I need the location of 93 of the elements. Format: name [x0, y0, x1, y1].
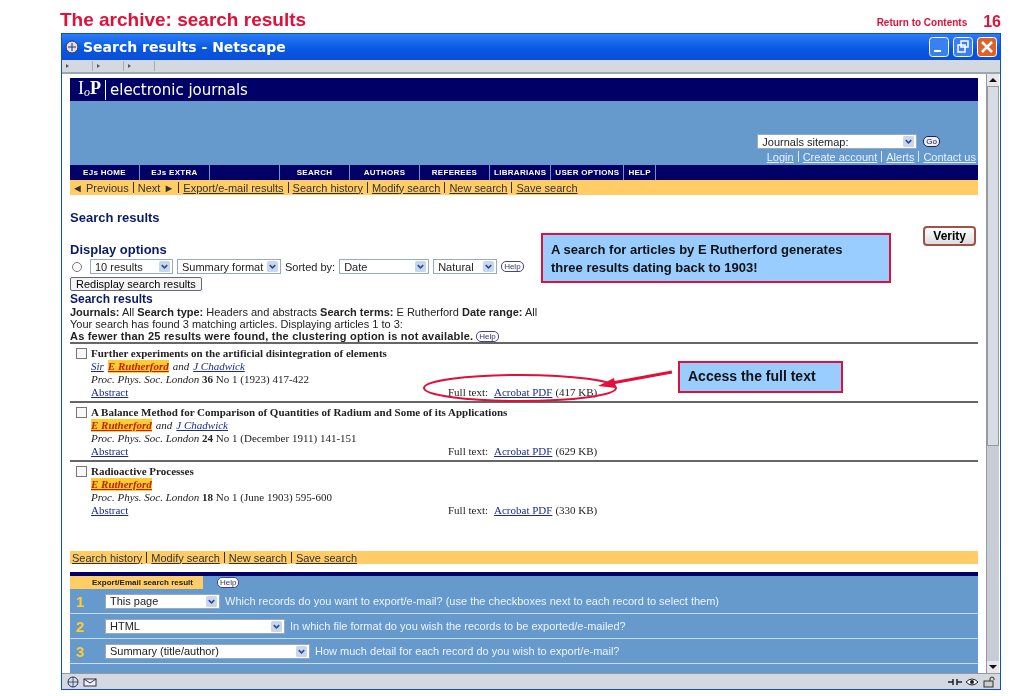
window-title: Search results - Netscape [83, 39, 287, 55]
go-button[interactable]: Go [923, 136, 940, 147]
return-text: Return to Contents [876, 17, 968, 28]
nav-link[interactable]: Modify search [151, 551, 220, 564]
verity-button[interactable]: Verity [923, 226, 976, 246]
results-dropdown[interactable]: 10 results [90, 259, 173, 274]
export-dropdown[interactable]: Summary (title/author) [105, 643, 310, 659]
clustering-notice: As fewer than 25 results were found, the clustering option is not available. [70, 330, 474, 342]
full-text-label: Full text: [448, 445, 489, 458]
pager-link[interactable]: Next ► [137, 181, 175, 194]
article-title: A Balance Method for Comparison of Quantities of Radium and Some of its Applications [91, 406, 508, 419]
author-link[interactable]: E Rutherford [91, 478, 152, 491]
export-question: How much detail for each record do you wish to export/e-mail? [315, 645, 620, 657]
author-link[interactable]: J Chadwick [176, 419, 228, 432]
abstract-link[interactable]: Abstract [91, 386, 129, 399]
export-panel-title: Export/Email search result [70, 576, 203, 589]
nav-link[interactable]: New search [449, 181, 508, 194]
caret-icon [267, 261, 279, 272]
help-button[interactable]: Help [501, 261, 524, 272]
close-button[interactable] [977, 37, 997, 57]
article-title: Further experiments on the artificial disintegration of elements [91, 347, 387, 360]
author-link[interactable]: J Chadwick [193, 360, 245, 373]
file-size: (417 KB) [555, 386, 598, 399]
step-number: 3 [75, 642, 86, 660]
export-question: In which file format do you wish the records to be exported/e-mailed? [290, 620, 626, 632]
help-button[interactable]: Help [476, 330, 499, 342]
minimize-button[interactable] [929, 37, 949, 57]
caret-icon [271, 620, 282, 632]
pdf-link[interactable]: Acrobat PDF [494, 504, 553, 517]
checkbox[interactable] [76, 407, 87, 418]
author-link[interactable]: Sir [91, 360, 104, 373]
help-button[interactable]: Help [216, 577, 240, 588]
caret-icon [296, 645, 307, 657]
pdf-link[interactable]: Acrobat PDF [494, 386, 553, 399]
file-size: (629 KB) [555, 445, 598, 458]
file-size: (330 KB) [555, 504, 598, 517]
search-summary: Journals: All Search type: Headers and abstracts Search terms: E Rutherford Date range: All [70, 306, 538, 318]
full-text-label: Full text: [448, 386, 489, 399]
export-dropdown[interactable]: HTML [105, 618, 285, 634]
author-link[interactable]: E Rutherford [107, 360, 169, 373]
nav-link[interactable]: Search history [292, 181, 363, 194]
radio-button[interactable] [72, 261, 82, 272]
contents-link[interactable]: Contents [923, 17, 968, 28]
nav-link[interactable]: Search history [72, 551, 143, 564]
caret-icon [903, 136, 915, 147]
order-dropdown[interactable]: Natural [433, 259, 498, 274]
abstract-link[interactable]: Abstract [91, 504, 129, 517]
page-heading: Search results [70, 210, 160, 225]
slide-title: The archive: search results [60, 9, 308, 31]
citation: Proc. Phys. Soc. London 24 No 1 (December 1911) 141-151 [91, 432, 357, 445]
abstract-link[interactable]: Abstract [91, 445, 129, 458]
nav-link[interactable]: Export/e-mail results [183, 181, 284, 194]
checkbox[interactable] [76, 466, 87, 477]
caret-icon [483, 261, 495, 272]
pager-link[interactable]: ◄ Previous [72, 181, 129, 194]
author-separator: and [155, 419, 173, 432]
caret-icon [159, 261, 170, 272]
format-dropdown[interactable]: Summary format [177, 259, 281, 274]
globe-icon[interactable] [66, 675, 80, 688]
eye-icon [965, 675, 979, 688]
sitemap-dropdown[interactable]: Journals sitemap: [757, 134, 918, 149]
full-text-label: Full text: [448, 504, 489, 517]
pdf-link[interactable]: Acrobat PDF [494, 445, 553, 458]
author-link[interactable]: E Rutherford [91, 419, 152, 432]
callout: A search for articles by E Rutherford generates three results dating back to 1903! [541, 233, 891, 283]
article-title: Radioactive Processes [91, 465, 194, 478]
step-number: 2 [75, 617, 86, 635]
sort-dropdown[interactable]: Date [339, 259, 430, 274]
callout: Access the full text [678, 361, 843, 393]
section-heading: Display options [70, 242, 167, 257]
step-number: 1 [75, 592, 86, 610]
nav-link[interactable]: Modify search [371, 181, 441, 194]
export-question: Which records do you want to export/e-mail? (use the checkboxes next to each record to select them) [225, 595, 720, 607]
citation: Proc. Phys. Soc. London 18 No 1 (June 1903) 595-600 [91, 491, 332, 504]
nav-link[interactable]: New search [228, 551, 287, 564]
caret-icon [206, 595, 217, 607]
site-logo: I$_{o}$P [78, 79, 106, 100]
lock-icon [982, 675, 996, 688]
nav-link[interactable]: Save search [516, 181, 578, 194]
results-count: Your search has found 3 matching articles. Displaying articles 1 to 3: [70, 318, 403, 330]
redisplay-button[interactable]: Redisplay search results [70, 277, 202, 291]
citation: Proc. Phys. Soc. London 36 No 1 (1923) 417-422 [91, 373, 310, 386]
envelope-icon[interactable] [83, 675, 97, 688]
checkbox[interactable] [76, 348, 87, 359]
restore-button[interactable] [953, 37, 973, 57]
sort-label: Sorted by: [285, 260, 336, 273]
nav-link[interactable]: Save search [295, 551, 358, 564]
export-dropdown[interactable]: This page [105, 593, 220, 609]
author-separator: and [172, 360, 190, 373]
page-number: 16 [983, 13, 1001, 31]
section-heading: Search results [70, 292, 153, 306]
site-name: electronic journals [110, 80, 248, 99]
caret-icon [415, 261, 427, 272]
